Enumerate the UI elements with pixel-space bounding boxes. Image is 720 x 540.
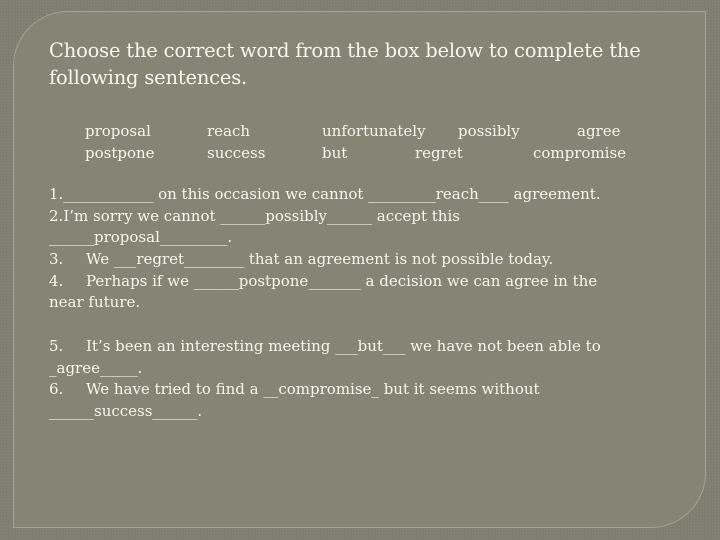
sentence-text: near future. (49, 293, 141, 312)
sentence-4: 4. Perhaps if we ______postpone_______ a … (49, 271, 679, 293)
sentence-number: 2. (49, 206, 64, 225)
sentence-6: 6. We have tried to find a __compromise_ … (49, 379, 679, 401)
sentence-5: 5. It’s been an interesting meeting ___bu… (49, 336, 679, 358)
sentence-number: 6. (49, 380, 64, 399)
sentence-number: 3. (49, 250, 64, 269)
sentence-6-continued: ______success______. (49, 401, 679, 423)
sentence-text: We ___regret________ that an agreement i… (86, 250, 554, 269)
word-box-item: compromise (533, 144, 627, 162)
sentence-number: 5. (49, 336, 64, 355)
word-box-item: unfortunately (322, 122, 426, 140)
word-box-item: agree (577, 122, 621, 140)
word-box-item: proposal (85, 122, 151, 140)
sentence-text: We have tried to find a __compromise_ bu… (86, 380, 540, 399)
sentence-2-continued: ______proposal_________. (49, 227, 679, 249)
sentence-4-continued: near future. (49, 292, 679, 314)
sentence-text: I’m sorry we cannot ______possibly______… (63, 206, 460, 225)
word-box-item: but (322, 144, 348, 162)
sentence-number: 1. (49, 185, 64, 203)
sentence-text: _agree_____. (49, 358, 143, 377)
word-box-item: regret (415, 144, 463, 162)
slide-title: Choose the correct word from the box bel… (49, 39, 641, 89)
sentence-list: 1.____________ on this occasion we canno… (49, 184, 679, 423)
sentence-text: ______success______. (49, 401, 203, 420)
sentence-2: 2.I’m sorry we cannot ______possibly____… (49, 206, 679, 228)
word-box-item: success (207, 144, 266, 162)
sentence-1: 1.____________ on this occasion we canno… (49, 184, 679, 206)
word-box-item: postpone (85, 144, 155, 162)
sentence-text: ______proposal_________. (49, 228, 233, 247)
word-box-item: possibly (458, 122, 520, 140)
sentence-3: 3. We ___regret________ that an agreement… (49, 249, 679, 271)
word-box-item: reach (207, 122, 251, 140)
sentence-text: Perhaps if we ______postpone_______ a de… (86, 271, 598, 290)
sentence-5-continued: _agree_____. (49, 358, 679, 380)
sentence-number: 4. (49, 271, 64, 290)
sentence-text: ____________ on this occasion we cannot … (63, 185, 601, 203)
sentence-text: It’s been an interesting meeting ___but_… (86, 336, 601, 355)
